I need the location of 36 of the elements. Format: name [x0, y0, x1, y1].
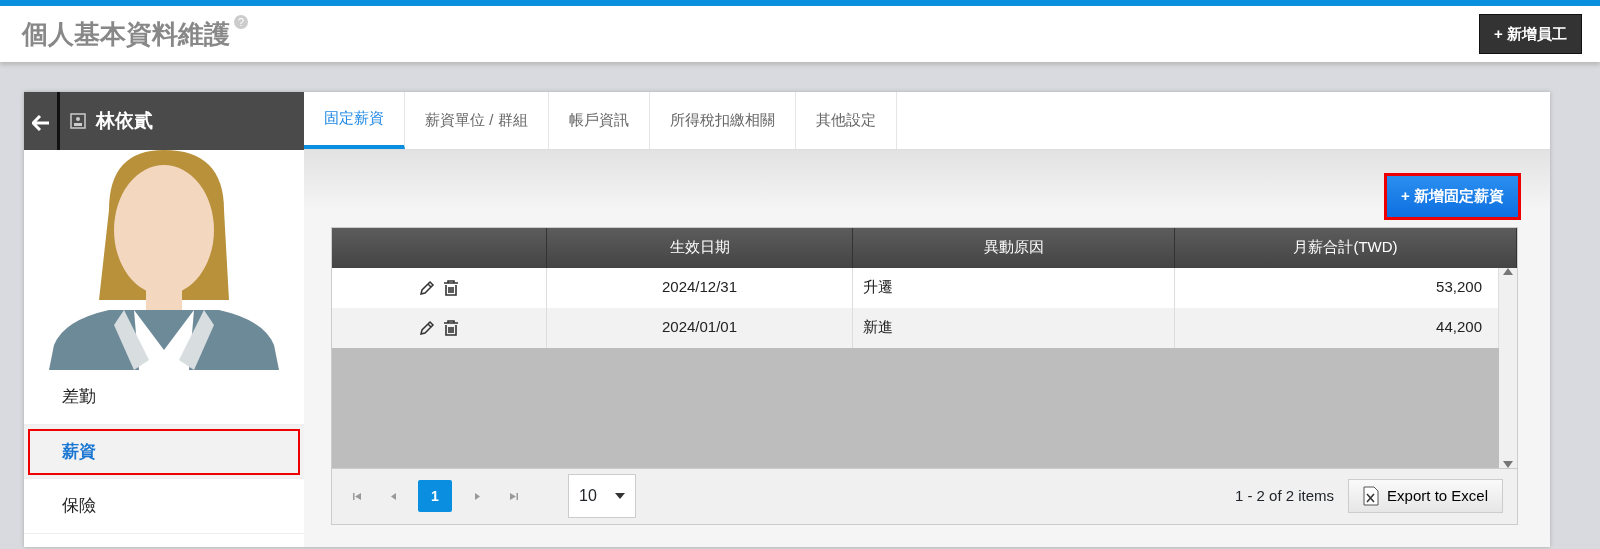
excel-file-icon [1363, 486, 1380, 506]
back-arrow-icon[interactable] [31, 114, 50, 131]
employee-name: 林依貳 [96, 108, 153, 133]
scrollbar[interactable] [1499, 267, 1517, 468]
next-page-icon[interactable] [473, 492, 481, 502]
tab[interactable]: 固定薪資 [304, 92, 405, 149]
table-cell-text: 新進 [863, 317, 893, 338]
delete-icon[interactable] [443, 279, 459, 296]
contact-card-icon [70, 113, 86, 129]
add-fixed-salary-button[interactable]: + 新增固定薪資 [1387, 176, 1518, 217]
tab[interactable]: 其他設定 [795, 92, 897, 149]
caret-icon[interactable] [615, 493, 625, 499]
tab[interactable]: 薪資單位 / 群組 [405, 92, 549, 149]
page-size-dropdown[interactable]: 10 [568, 474, 636, 518]
last-page-icon[interactable] [508, 492, 518, 502]
add-employee-button[interactable]: + 新增員工 [1479, 13, 1582, 55]
table-cell-text: 53,200 [1436, 277, 1482, 298]
page-title: 個人基本資料維護 [22, 18, 230, 49]
column-header[interactable]: 生效日期 [669, 236, 730, 259]
table-cell-text: 2024/01/01 [661, 317, 738, 338]
edit-icon[interactable] [419, 319, 435, 336]
item-count: 1 - 2 of 2 items [1234, 485, 1335, 506]
column-header[interactable]: 異動原因 [983, 236, 1044, 259]
table-cell-text: 升遷 [863, 277, 893, 298]
table-cell-text: 44,200 [1436, 317, 1482, 338]
tab[interactable]: 所得稅扣繳相關 [649, 92, 796, 149]
column-header[interactable]: 月薪合計(TWD) [1293, 236, 1398, 259]
sidebar-item[interactable]: 薪資 [24, 424, 304, 479]
first-page-icon[interactable] [352, 492, 362, 502]
table-cell-text: 2024/12/31 [661, 277, 738, 298]
tab[interactable]: 帳戶資訊 [548, 92, 650, 149]
export-excel-button[interactable]: Export to Excel [1348, 478, 1503, 514]
delete-icon[interactable] [443, 319, 459, 336]
edit-icon[interactable] [419, 279, 435, 296]
previous-page-icon[interactable] [389, 492, 397, 502]
page-number-button[interactable]: 1 [418, 480, 452, 512]
